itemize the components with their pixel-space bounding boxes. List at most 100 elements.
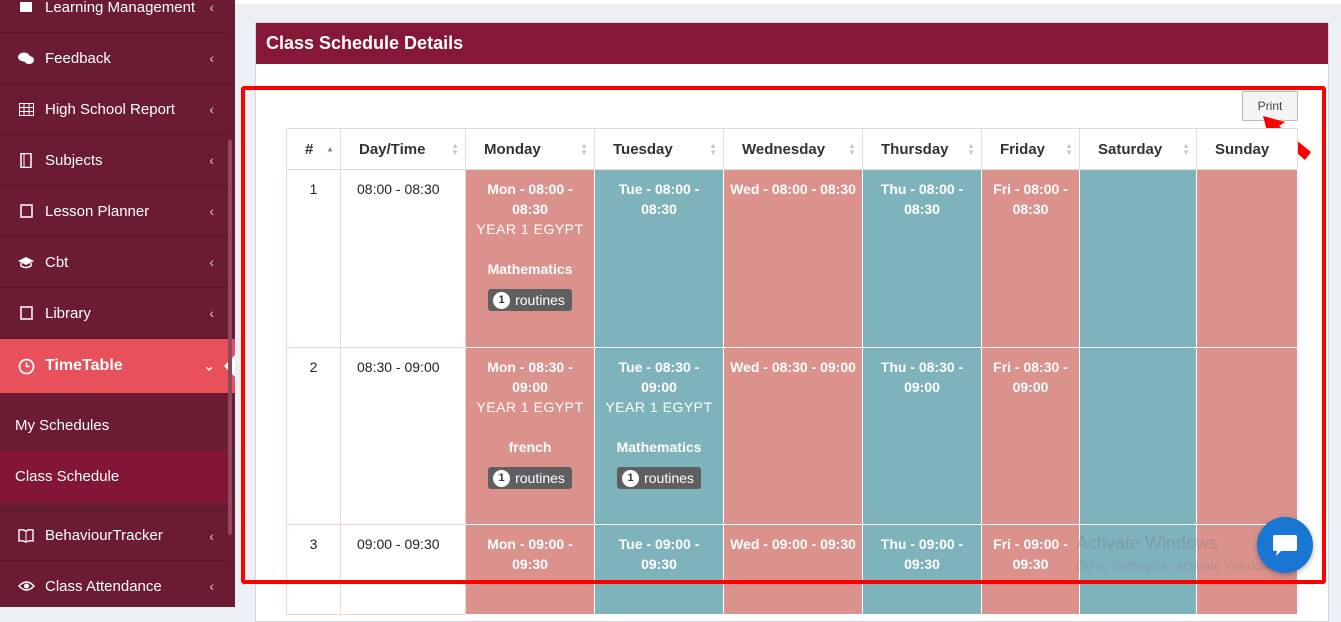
cell-subject: Mathematics bbox=[616, 439, 702, 455]
chevron-left-icon: ‹ bbox=[209, 50, 214, 66]
sidebar-item-lesson-planner[interactable]: Lesson Planner ‹ bbox=[0, 186, 228, 237]
windows-watermark-subtitle: Go to Settings to activate Windows. bbox=[1076, 558, 1282, 573]
comments-icon bbox=[17, 49, 35, 67]
sort-icon: ▲ ▼ bbox=[709, 141, 717, 157]
sidebar-item-label: Class Attendance bbox=[45, 577, 162, 595]
sidebar-item-cbt[interactable]: Cbt ‹ bbox=[0, 237, 228, 288]
cell-time: Tue - 08:00 - 08:30 bbox=[618, 181, 700, 217]
sort-icon: ▲ ▼ bbox=[580, 141, 588, 157]
sidebar-item-learning-management[interactable]: Learning Management ‹ bbox=[0, 0, 228, 33]
cell-time: Fri - 08:30 - 09:00 bbox=[993, 359, 1068, 395]
row-number: 1 bbox=[286, 169, 341, 348]
cell-friday[interactable]: Fri - 08:30 - 09:00 bbox=[981, 347, 1080, 525]
sidebar-subitem-my-schedules[interactable]: My Schedules bbox=[0, 400, 228, 451]
cell-time: Wed - 08:00 - 08:30 bbox=[730, 181, 856, 197]
col-header-tuesday[interactable]: Tuesday ▲ ▼ bbox=[594, 128, 724, 170]
panel-title: Class Schedule Details bbox=[256, 23, 1328, 64]
col-header-saturday[interactable]: Saturday ▲ ▼ bbox=[1079, 128, 1197, 170]
sidebar-item-label: TimeTable bbox=[45, 357, 123, 374]
sidebar-item-label: Library bbox=[45, 304, 91, 322]
chat-bubble-icon bbox=[1273, 535, 1297, 556]
cell-monday[interactable]: Mon - 08:00 - 08:30 YEAR 1 EGYPT Mathema… bbox=[465, 169, 595, 348]
cell-saturday[interactable] bbox=[1079, 347, 1197, 525]
sidebar-item-label: BehaviourTracker bbox=[45, 527, 163, 544]
chat-widget-button[interactable] bbox=[1257, 517, 1313, 573]
cell-time: Thu - 09:00 - 09:30 bbox=[880, 536, 964, 572]
sidebar: Learning Management ‹ Feedback ‹ High Sc… bbox=[0, 0, 235, 607]
sidebar-scrollbar[interactable] bbox=[228, 140, 232, 535]
sort-icon: ▲ ▼ bbox=[1065, 141, 1073, 157]
routines-badge[interactable]: 1 routines bbox=[488, 289, 572, 311]
col-header-number[interactable]: # ▲ bbox=[286, 128, 341, 170]
cell-time: Wed - 09:00 - 09:30 bbox=[730, 536, 856, 552]
table-row: 2 08:30 - 09:00 Mon - 08:30 - 09:00 YEAR… bbox=[286, 347, 1298, 525]
cell-time: Fri - 08:00 - 08:30 bbox=[993, 181, 1068, 217]
sidebar-item-high-school-report[interactable]: High School Report ‹ bbox=[0, 84, 228, 135]
routines-badge[interactable]: 1 routines bbox=[488, 467, 572, 489]
chevron-left-icon: ‹ bbox=[209, 527, 214, 544]
routines-badge[interactable]: 1 routines bbox=[617, 467, 701, 489]
edit-icon bbox=[17, 202, 35, 220]
sidebar-item-feedback[interactable]: Feedback ‹ bbox=[0, 33, 228, 84]
cell-class: YEAR 1 EGYPT bbox=[476, 399, 584, 415]
sort-icon: ▲ ▼ bbox=[451, 141, 459, 157]
sidebar-item-label: Subjects bbox=[45, 151, 103, 169]
col-header-wednesday[interactable]: Wednesday ▲ ▼ bbox=[723, 128, 863, 170]
cell-sunday[interactable] bbox=[1196, 347, 1298, 525]
cell-tuesday[interactable]: Tue - 08:00 - 08:30 bbox=[594, 169, 724, 348]
cell-time: Mon - 08:30 - 09:00 bbox=[487, 359, 573, 395]
cell-time: Mon - 08:00 - 08:30 bbox=[487, 181, 573, 217]
col-header-friday[interactable]: Friday ▲ ▼ bbox=[981, 128, 1080, 170]
cell-class: YEAR 1 EGYPT bbox=[476, 221, 584, 237]
cell-sunday[interactable] bbox=[1196, 169, 1298, 348]
sidebar-subitem-label: My Schedules bbox=[15, 417, 110, 434]
chevron-left-icon: ‹ bbox=[209, 578, 214, 594]
sort-icon: ▲ ▼ bbox=[848, 141, 856, 157]
cell-time: Tue - 08:30 - 09:00 bbox=[618, 359, 700, 395]
book-icon bbox=[17, 0, 35, 16]
cell-monday[interactable]: Mon - 08:30 - 09:00 YEAR 1 EGYPT french … bbox=[465, 347, 595, 525]
sidebar-subitem-label: Class Schedule bbox=[15, 468, 120, 485]
sidebar-item-subjects[interactable]: Subjects ‹ bbox=[0, 135, 228, 186]
row-number: 2 bbox=[286, 347, 341, 525]
windows-watermark-title: Activate Windows bbox=[1076, 533, 1219, 553]
col-header-thursday[interactable]: Thursday ▲ ▼ bbox=[862, 128, 982, 170]
sidebar-item-library[interactable]: Library ‹ bbox=[0, 288, 228, 339]
row-time: 08:00 - 08:30 bbox=[340, 169, 466, 348]
cell-wednesday[interactable]: Wed - 09:00 - 09:30 bbox=[723, 524, 863, 615]
table-icon bbox=[17, 100, 35, 118]
cell-wednesday[interactable]: Wed - 08:00 - 08:30 bbox=[723, 169, 863, 348]
sidebar-item-timetable[interactable]: TimeTable ⌄ bbox=[0, 339, 235, 393]
cell-monday[interactable]: Mon - 09:00 - 09:30 bbox=[465, 524, 595, 615]
sidebar-item-class-attendance[interactable]: Class Attendance ‹ bbox=[0, 561, 228, 607]
sidebar-item-label: Lesson Planner bbox=[45, 202, 150, 220]
cell-tuesday[interactable]: Tue - 08:30 - 09:00 YEAR 1 EGYPT Mathema… bbox=[594, 347, 724, 525]
sort-icon: ▲ ▼ bbox=[967, 141, 975, 157]
sidebar-item-label: Learning Management bbox=[45, 0, 196, 16]
cell-friday[interactable]: Fri - 08:00 - 08:30 bbox=[981, 169, 1080, 348]
chevron-left-icon: ‹ bbox=[209, 254, 214, 270]
chevron-left-icon: ‹ bbox=[209, 203, 214, 219]
cell-tuesday[interactable]: Tue - 09:00 - 09:30 bbox=[594, 524, 724, 615]
cell-thursday[interactable]: Thu - 08:00 - 08:30 bbox=[862, 169, 982, 348]
col-header-sunday[interactable]: Sunday bbox=[1196, 128, 1298, 170]
col-header-daytime[interactable]: Day/Time ▲ ▼ bbox=[340, 128, 466, 170]
cell-time: Thu - 08:30 - 09:00 bbox=[880, 359, 964, 395]
notebook-icon bbox=[17, 151, 35, 169]
sidebar-item-label: Cbt bbox=[45, 253, 69, 271]
sort-icon: ▲ ▼ bbox=[1182, 141, 1190, 157]
col-header-monday[interactable]: Monday ▲ ▼ bbox=[465, 128, 595, 170]
cell-wednesday[interactable]: Wed - 08:30 - 09:00 bbox=[723, 347, 863, 525]
table-header-row: # ▲ Day/Time ▲ ▼ Monday ▲ ▼ Tuesday ▲ ▼ Wednesd… bbox=[286, 128, 1298, 170]
cell-thursday[interactable]: Thu - 08:30 - 09:00 bbox=[862, 347, 982, 525]
row-time: 09:00 - 09:30 bbox=[340, 524, 466, 615]
cell-time: Fri - 09:00 - 09:30 bbox=[993, 536, 1068, 572]
cell-thursday[interactable]: Thu - 09:00 - 09:30 bbox=[862, 524, 982, 615]
sidebar-item-behaviourtracker[interactable]: BehaviourTracker ‹ bbox=[0, 510, 228, 561]
cell-saturday[interactable] bbox=[1079, 169, 1197, 348]
cell-friday[interactable]: Fri - 09:00 - 09:30 bbox=[981, 524, 1080, 615]
chevron-left-icon: ‹ bbox=[209, 101, 214, 117]
edit-icon bbox=[17, 304, 35, 322]
sidebar-subitem-class-schedule[interactable]: Class Schedule bbox=[0, 451, 228, 502]
top-strip bbox=[235, 0, 1341, 4]
